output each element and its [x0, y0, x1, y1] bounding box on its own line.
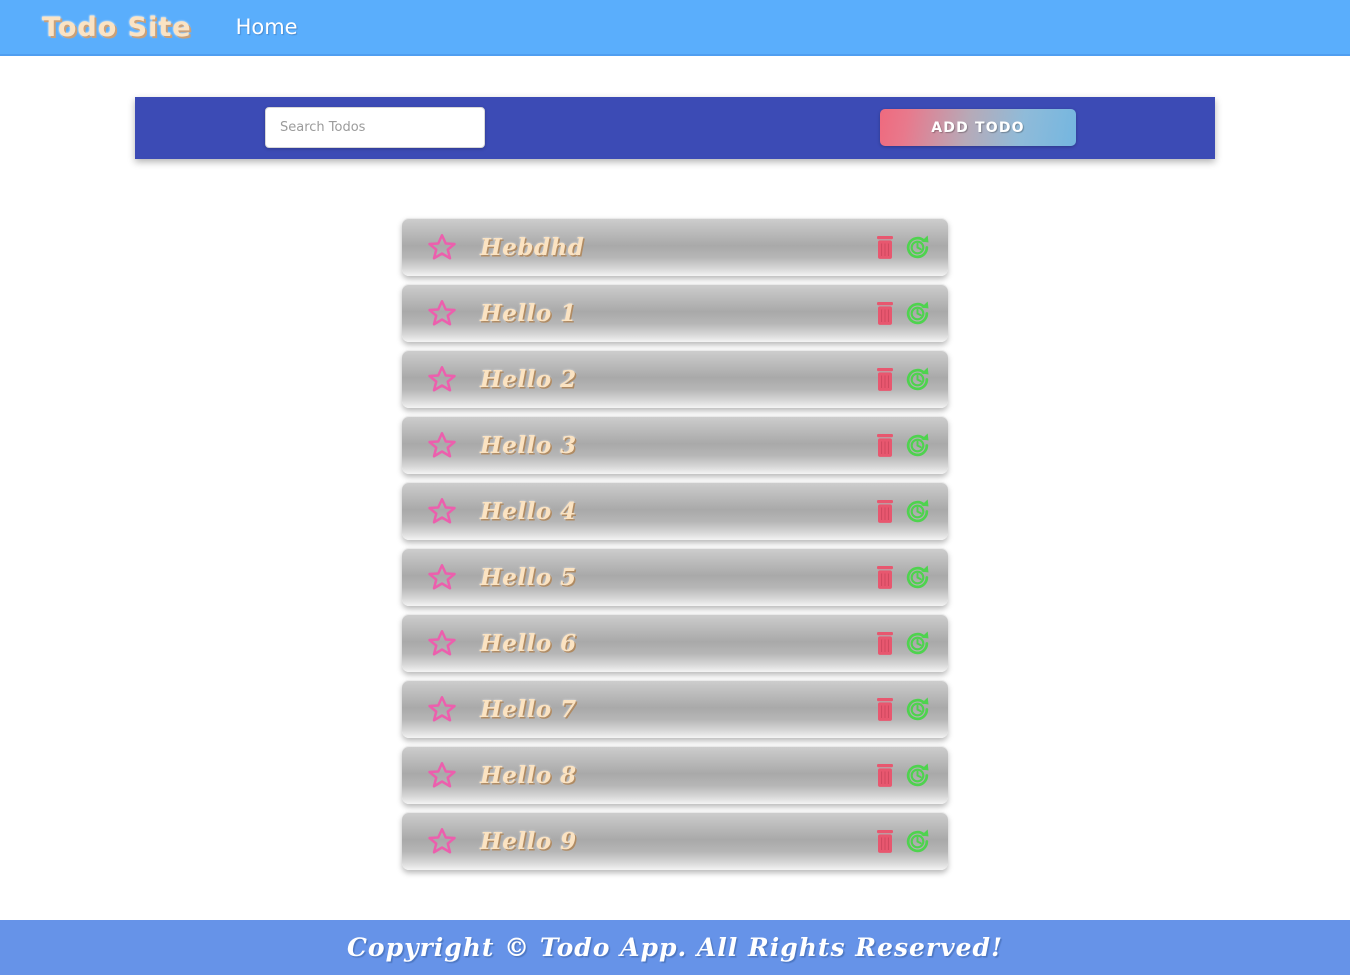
trash-icon[interactable] [873, 564, 897, 591]
todo-actions [873, 548, 931, 606]
restore-icon[interactable] [904, 564, 931, 591]
todo-actions [873, 350, 931, 408]
todo-actions [873, 746, 931, 804]
restore-icon[interactable] [904, 234, 931, 261]
todo-item[interactable]: Hello 2 [402, 350, 948, 408]
todo-label: Hello 7 [480, 695, 577, 723]
restore-icon[interactable] [904, 498, 931, 525]
todo-label: Hello 5 [480, 563, 577, 591]
todo-item[interactable]: Hello 4 [402, 482, 948, 540]
todo-label: Hello 8 [480, 761, 577, 789]
todo-item[interactable]: Hello 7 [402, 680, 948, 738]
trash-icon[interactable] [873, 366, 897, 393]
trash-icon[interactable] [873, 300, 897, 327]
star-icon[interactable] [427, 562, 457, 592]
todo-item[interactable]: Hello 9 [402, 812, 948, 870]
todo-item[interactable]: Hello 5 [402, 548, 948, 606]
restore-icon[interactable] [904, 300, 931, 327]
todo-actions [873, 482, 931, 540]
todo-actions [873, 812, 931, 870]
todo-label: Hello 6 [480, 629, 577, 657]
star-icon[interactable] [427, 496, 457, 526]
trash-icon[interactable] [873, 828, 897, 855]
restore-icon[interactable] [904, 630, 931, 657]
todo-actions [873, 614, 931, 672]
search-toolbar: ADD TODO [135, 97, 1215, 159]
trash-icon[interactable] [873, 762, 897, 789]
restore-icon[interactable] [904, 366, 931, 393]
site-header: Todo Site Home [0, 0, 1350, 56]
todo-actions [873, 416, 931, 474]
todo-item[interactable]: Hello 6 [402, 614, 948, 672]
todo-actions [873, 218, 931, 276]
todo-label: Hello 4 [480, 497, 577, 525]
restore-icon[interactable] [904, 432, 931, 459]
todo-actions [873, 680, 931, 738]
todo-item[interactable]: Hello 1 [402, 284, 948, 342]
copyright-text: Copyright © Todo App. All Rights Reserve… [347, 933, 1003, 962]
site-footer: Copyright © Todo App. All Rights Reserve… [0, 920, 1350, 975]
restore-icon[interactable] [904, 828, 931, 855]
todo-label: Hello 3 [480, 431, 577, 459]
search-input[interactable] [265, 107, 485, 148]
trash-icon[interactable] [873, 498, 897, 525]
main-nav: Home [230, 11, 304, 43]
todo-item[interactable]: Hebdhd [402, 218, 948, 276]
todo-label: Hebdhd [480, 233, 585, 261]
star-icon[interactable] [427, 430, 457, 460]
brand-logo: Todo Site [42, 11, 192, 43]
star-icon[interactable] [427, 826, 457, 856]
todo-item[interactable]: Hello 3 [402, 416, 948, 474]
add-todo-button[interactable]: ADD TODO [880, 109, 1076, 146]
restore-icon[interactable] [904, 696, 931, 723]
todo-label: Hello 1 [480, 299, 577, 327]
todo-label: Hello 9 [480, 827, 577, 855]
nav-item-home[interactable]: Home [230, 11, 304, 43]
star-icon[interactable] [427, 232, 457, 262]
star-icon[interactable] [427, 760, 457, 790]
star-icon[interactable] [427, 364, 457, 394]
star-icon[interactable] [427, 298, 457, 328]
todo-list: Hebdhd Hello 1 Hello 2 Hello 3 Hello 4 Hello … [402, 218, 948, 878]
trash-icon[interactable] [873, 696, 897, 723]
trash-icon[interactable] [873, 234, 897, 261]
trash-icon[interactable] [873, 630, 897, 657]
todo-label: Hello 2 [480, 365, 577, 393]
todo-item[interactable]: Hello 8 [402, 746, 948, 804]
restore-icon[interactable] [904, 762, 931, 789]
todo-actions [873, 284, 931, 342]
trash-icon[interactable] [873, 432, 897, 459]
star-icon[interactable] [427, 628, 457, 658]
star-icon[interactable] [427, 694, 457, 724]
